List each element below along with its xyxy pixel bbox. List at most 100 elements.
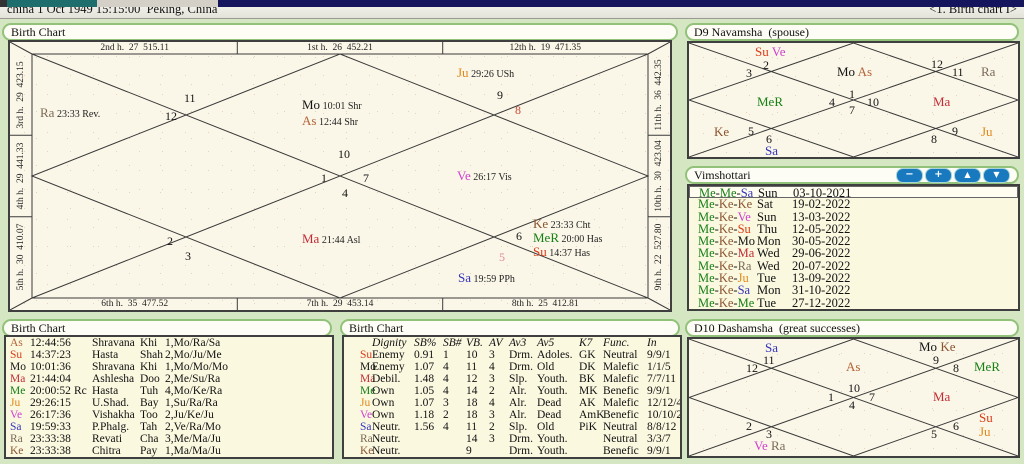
planet-abbr: Ke [533, 216, 549, 231]
plus-button[interactable]: + [925, 168, 952, 183]
nakshatra: U.Shad. [92, 397, 130, 409]
cell-value: Own [372, 397, 395, 409]
vimshottari-list[interactable]: Me-Me-Sa Sun 03-10-2021 Me-Ke-Ke Sat 19-02-20… [687, 184, 1020, 311]
syllable: Khi [140, 361, 158, 373]
cell-value: Own [372, 409, 395, 421]
d9-chart[interactable]: 3 2 12 11 4 1 10 7 5 6 8 9 Su Ve Mo As Ra MeR Ma Ke Sa Ju [687, 41, 1020, 159]
cell-value: Youth. [537, 373, 568, 385]
column-header: SB# [443, 337, 462, 349]
planet-abbr: Ra [767, 438, 786, 453]
planet-label: Sa [765, 341, 778, 354]
cell-value: Alr. [509, 409, 527, 421]
planet-abbr: MeR [757, 94, 783, 109]
sign-number: 7 [363, 171, 369, 185]
planet-abbr: Me [10, 385, 26, 397]
planet-abbr: Ve [754, 438, 768, 453]
cell-value: AK [579, 397, 596, 409]
sign-number: 6 [516, 229, 522, 243]
strength-row: Sa Neutr. 1.56 4 11 2 Slp. Old PiK Neutral 8/8/12 [344, 421, 680, 433]
taskbar-segment[interactable] [97, 0, 218, 7]
nakshatra: Hasta [92, 385, 119, 397]
lords: 4,Mo/Ke/Ra [165, 385, 223, 397]
planet-detail: 14:37 Has [546, 248, 591, 259]
column-header: Dignity [372, 337, 407, 349]
house-edge-label: 5th h. 30 410.07 [16, 223, 26, 291]
taskbar-segment[interactable] [7, 0, 97, 7]
cell-value: Alr. [509, 397, 527, 409]
planet-abbr: Ra [360, 433, 373, 445]
birth-chart-rasi[interactable]: 2nd h. 27 515.11 1st h. 26 452.21 12th h. … [8, 40, 672, 312]
syllable: Tuh [140, 385, 159, 397]
table-header-row: Dignity SB% SB# VB. AV Av3 Av5 K7 Func. In [344, 337, 680, 349]
scroll-down-button[interactable]: ▼ [983, 168, 1010, 183]
nakshatra: Hasta [92, 349, 119, 361]
cell-value: 12/12/4 [647, 397, 682, 409]
sign-number: 2 [167, 234, 173, 248]
planet-abbr: MeR [974, 359, 1000, 374]
birth-chart-panel-header[interactable]: Birth Chart [2, 23, 678, 41]
panel-title: Birth Chart [349, 320, 404, 335]
scroll-up-button[interactable]: ▲ [954, 168, 981, 183]
strength-row: Mo Enemy 1.07 4 11 4 Drm. Old DK Malefic 1/1/5 [344, 361, 680, 373]
cell-value: Neutral [603, 349, 638, 361]
longitude: 19:59:33 [30, 421, 71, 433]
d10-panel-header[interactable]: D10 Dashamsha (great successes) [685, 319, 1019, 337]
sign-number: 3 [746, 66, 752, 80]
planet-abbr: Ve [768, 44, 786, 59]
minus-button[interactable]: − [896, 168, 923, 183]
lords: 1,Su/Ra/Ra [165, 397, 218, 409]
strength-row: Ra Neutr. 14 3 Drm. Youth. Neutral 3/3/7 [344, 433, 680, 445]
vimshottari-panel-header[interactable]: Vimshottari − + ▲ ▼ [685, 166, 1019, 184]
cell-value: 4 [443, 373, 449, 385]
taskbar-segment[interactable] [0, 0, 7, 7]
nakshatra: P.Phalg. [92, 421, 130, 433]
house-edge-label: 10th h. 30 423.04 [654, 140, 664, 212]
d10-chart[interactable]: 12 11 9 8 10 1 7 4 2 3 5 6 Sa As Mo Ke MeR Ma Ve Ra Su Ju [687, 337, 1020, 458]
sign-number: 11 [184, 91, 196, 105]
sign-number: 7 [869, 390, 875, 404]
planet-abbr: As [10, 337, 23, 349]
lords: 2,Ju/Ke/Ju [165, 409, 214, 421]
planet-label: Ve 26:17 Vis [457, 169, 512, 184]
cell-value: Old [537, 421, 555, 433]
cell-value: 2 [489, 421, 495, 433]
planet-abbr: Ju [979, 424, 991, 439]
cell-value: MK [579, 385, 598, 397]
planet-label: Ke [714, 125, 729, 138]
strength-row: Me Own 1.05 4 14 2 Alr. Youth. MK Benefic 9/9/1 [344, 385, 680, 397]
planet-abbr: As [855, 64, 873, 79]
position-row: As 12:44:56 Shravana Khi 1,Mo/Ra/Sa [6, 337, 332, 349]
cell-value: 14 [466, 433, 478, 445]
nakshatra: Ashlesha [92, 373, 135, 385]
position-row: Ju 29:26:15 U.Shad. Bay 1,Su/Ra/Ra [6, 397, 332, 409]
column-header: Av3 [509, 337, 527, 349]
cell-value: Drm. [509, 349, 533, 361]
strength-row: Su Enemy 0.91 1 10 3 Drm. Adoles. GK Neutral 9/9/1 [344, 349, 680, 361]
planet-abbr: Ju [10, 397, 21, 409]
cell-value: Youth. [537, 385, 568, 397]
cell-value: Drm. [509, 361, 533, 373]
cell-value: 4 [489, 361, 495, 373]
dasha-weekday: Sat [757, 197, 773, 212]
cell-value: 11 [466, 361, 478, 373]
position-row: Ma 21:44:04 Ashlesha Doo 2,Me/Su/Ra [6, 373, 332, 385]
strength-row: Ve Own 1.18 2 18 3 Alr. Dead AmK Benefic 10/10/2 [344, 409, 680, 421]
planet-abbr: Ve [457, 168, 471, 183]
position-row: Ra 23:33:38 Revati Cha 3,Me/Ma/Ju [6, 433, 332, 445]
sign-number: 8 [931, 132, 937, 146]
planet-abbr: Mo [837, 64, 856, 79]
dasha-row[interactable]: Me-Ke-Me Tue 27-12-2022 [689, 296, 1018, 309]
cell-value: 12 [466, 373, 478, 385]
cell-value: 7/7/11 [647, 373, 676, 385]
planet-abbr: Ma [933, 389, 951, 404]
d9-panel-header[interactable]: D9 Navamsha (spouse) [685, 23, 1019, 41]
cell-value: 4 [489, 397, 495, 409]
cell-value: 3 [489, 349, 495, 361]
planet-label: Ra 23:33 Rev. [40, 106, 100, 121]
cell-value: Drm. [509, 445, 533, 457]
planet-abbr: Su [360, 349, 373, 361]
sign-number: 10 [867, 95, 879, 109]
cell-value: Alr. [509, 385, 527, 397]
taskbar-segment[interactable] [218, 0, 1024, 7]
cell-value: 1.07 [414, 361, 435, 373]
